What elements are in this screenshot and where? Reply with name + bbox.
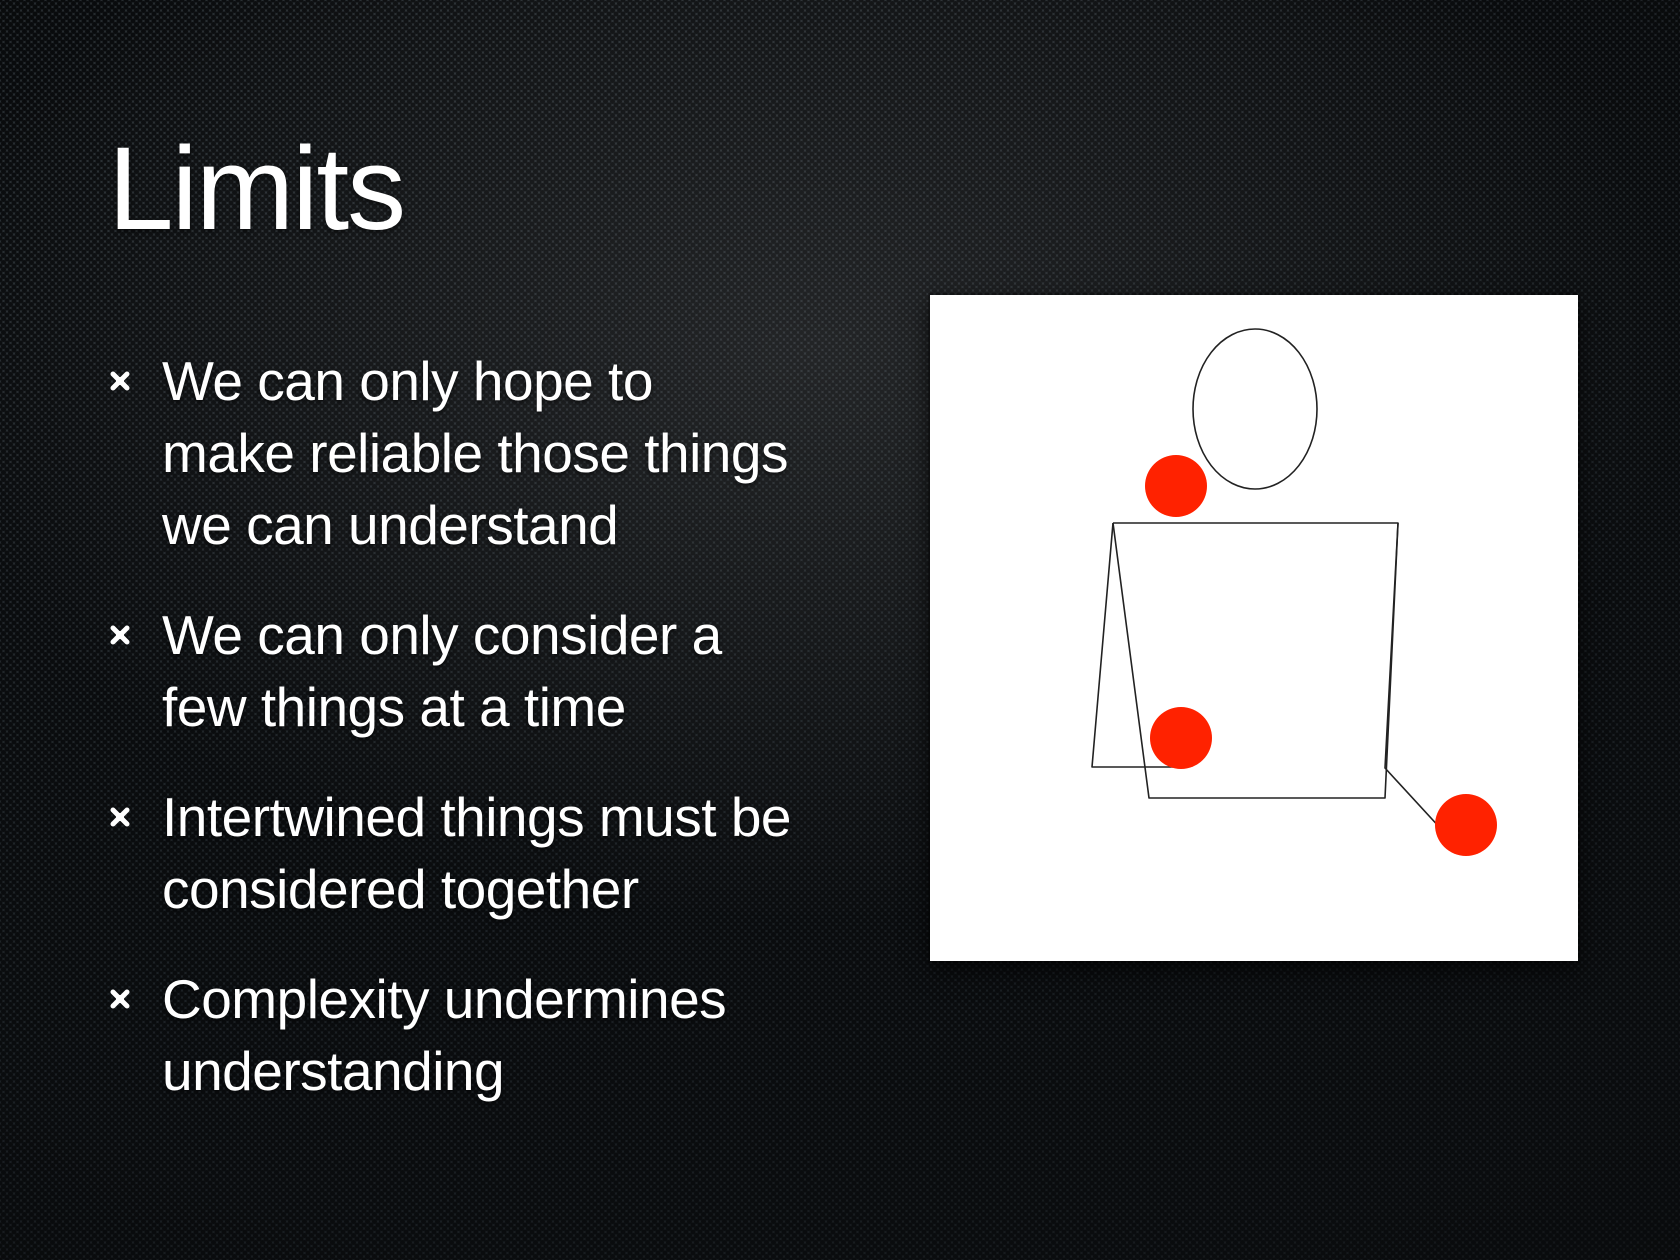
bullet-item: Intertwined things must be considered to… bbox=[108, 781, 868, 925]
bullet-item: We can only consider a few things at a t… bbox=[108, 599, 868, 743]
bullet-line: Intertwined things must be bbox=[162, 786, 792, 848]
juggling-ball bbox=[1145, 455, 1207, 517]
slide: Limits We can only hope to make reliable… bbox=[0, 0, 1680, 1260]
bullet-line: make reliable those things bbox=[162, 422, 788, 484]
juggling-ball bbox=[1150, 707, 1212, 769]
juggler-head bbox=[1192, 328, 1318, 490]
bullet-line: We can only hope to bbox=[162, 350, 653, 412]
bullet-line: few things at a time bbox=[162, 676, 626, 738]
bullet-line: understanding bbox=[162, 1040, 505, 1102]
bullet-item: Complexity undermines understanding bbox=[108, 963, 868, 1107]
juggler-body bbox=[1112, 522, 1399, 799]
bullet-list: We can only hope to make reliable those … bbox=[108, 345, 868, 1145]
asterisk-bullet-icon bbox=[110, 625, 130, 645]
asterisk-bullet-icon bbox=[110, 371, 130, 391]
bullet-line: considered together bbox=[162, 858, 639, 920]
bullet-line: We can only consider a bbox=[162, 604, 722, 666]
juggling-ball bbox=[1435, 794, 1497, 856]
juggler-figure bbox=[1091, 328, 1497, 856]
bullet-line: Complexity undermines bbox=[162, 968, 727, 1030]
bullet-item: We can only hope to make reliable those … bbox=[108, 345, 868, 561]
bullet-line: we can understand bbox=[162, 494, 619, 556]
juggler-figure-frame bbox=[930, 295, 1578, 961]
asterisk-bullet-icon bbox=[110, 989, 130, 1009]
asterisk-bullet-icon bbox=[110, 807, 130, 827]
slide-title: Limits bbox=[108, 123, 406, 255]
